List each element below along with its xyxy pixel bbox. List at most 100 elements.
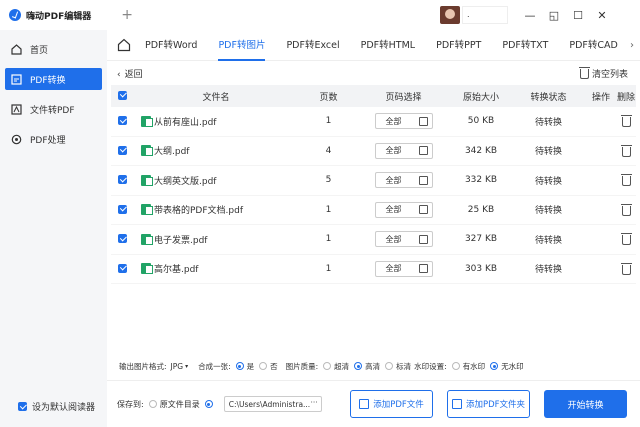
row-checkbox[interactable] — [118, 204, 127, 214]
trash-icon[interactable] — [620, 203, 632, 216]
file-table: 从前有座山.pdf 1 全部 50 KB 待转换 大纲.pdf 4 全部 342… — [107, 107, 640, 284]
file-name: 带表格的PDF文档.pdf — [154, 206, 243, 217]
table-row: 大纲英文版.pdf 5 全部 332 KB 待转换 — [111, 166, 636, 196]
trash-icon[interactable] — [620, 115, 632, 128]
file-size: 327 KB — [464, 234, 498, 245]
save-custom-radio[interactable] — [204, 400, 213, 408]
format-select[interactable]: JPG — [171, 362, 184, 371]
tab-pdf-to-ppt[interactable]: PDF转PPT — [436, 30, 481, 61]
sidebar: 首页 PDF转换 文件转PDF PDF处理 设为默认阅读器 — [0, 30, 107, 427]
row-checkbox[interactable] — [118, 145, 127, 155]
merge-no-radio[interactable] — [259, 362, 268, 370]
edit-icon — [418, 264, 428, 274]
header-del: 删除 — [616, 92, 635, 103]
page-count: 1 — [325, 263, 332, 274]
maximize-button[interactable]: ☐ — [571, 8, 585, 22]
save-original-radio[interactable] — [148, 400, 157, 408]
file-name: 高尔基.pdf — [154, 265, 199, 276]
page-range-select[interactable]: 全部 — [374, 142, 433, 159]
toolbar: ‹ 返回 清空列表 — [107, 61, 640, 85]
status-text: 待转换 — [534, 235, 562, 246]
edit-icon — [418, 205, 428, 215]
start-convert-button[interactable]: 开始转换 — [544, 390, 627, 418]
table-row: 电子发票.pdf 1 全部 327 KB 待转换 — [111, 225, 636, 255]
tab-pdf-to-image[interactable]: PDF转图片 — [218, 30, 266, 61]
convert-icon — [11, 73, 22, 85]
page-count: 1 — [325, 204, 332, 215]
file-size: 50 KB — [467, 116, 495, 127]
file-icon — [141, 204, 153, 216]
file-name: 大纲英文版.pdf — [154, 176, 217, 187]
edit-icon — [418, 175, 428, 185]
quality-std-radio[interactable] — [385, 362, 394, 370]
row-checkbox[interactable] — [118, 263, 127, 273]
page-range-select[interactable]: 全部 — [374, 172, 433, 189]
tab-pdf-to-html[interactable]: PDF转HTML — [361, 30, 415, 61]
edit-icon — [418, 234, 428, 244]
page-count: 1 — [325, 116, 332, 127]
tab-pdf-to-txt[interactable]: PDF转TXT — [502, 30, 548, 61]
folder-icon — [451, 399, 462, 409]
file-icon — [141, 174, 153, 186]
home-tab-icon[interactable] — [117, 38, 131, 52]
row-checkbox[interactable] — [118, 175, 127, 184]
file-name: 从前有座山.pdf — [154, 117, 217, 128]
file-name: 电子发票.pdf — [154, 235, 208, 246]
header-op: 操作 — [591, 92, 610, 103]
page-count: 4 — [325, 145, 332, 156]
trash-icon[interactable] — [620, 233, 632, 246]
home-icon — [11, 43, 22, 55]
add-pdf-folder-button[interactable]: 添加PDF文件夹 — [447, 390, 530, 418]
file-icon — [141, 263, 153, 275]
process-icon — [11, 134, 22, 145]
table-row: 高尔基.pdf 1 全部 303 KB 待转换 — [111, 255, 636, 284]
output-options: 输出图片格式: JPG ▾ 合成一张: 是 否 图片质量: 超清 高清 标清 水… — [119, 361, 524, 371]
file-icon — [141, 233, 153, 245]
file-size: 342 KB — [464, 145, 498, 156]
minimize-button[interactable]: — — [523, 8, 537, 22]
default-reader-option[interactable]: 设为默认阅读器 — [18, 400, 95, 413]
trash-icon[interactable] — [620, 262, 632, 275]
bottom-bar: 保存到: 原文件目录 C:\Users\Administra... ··· 添加… — [107, 380, 640, 427]
edit-icon — [418, 146, 428, 156]
quality-high-radio[interactable] — [354, 362, 363, 370]
new-tab-button[interactable]: + — [121, 7, 133, 23]
tab-pdf-to-excel[interactable]: PDF转Excel — [286, 30, 339, 61]
back-button[interactable]: ‹ 返回 — [117, 67, 143, 80]
pin-button[interactable]: ◱ — [547, 8, 561, 22]
browse-button[interactable]: ··· — [311, 398, 318, 407]
avatar[interactable] — [440, 6, 460, 24]
add-file-icon — [359, 399, 370, 409]
main-panel: PDF转Word PDF转图片 PDF转Excel PDF转HTML PDF转P… — [107, 30, 640, 427]
sidebar-item-pdf-convert[interactable]: PDF转换 — [5, 68, 102, 90]
file-name: 大纲.pdf — [154, 147, 190, 158]
row-checkbox[interactable] — [118, 234, 127, 243]
tab-pdf-to-word[interactable]: PDF转Word — [145, 30, 197, 61]
save-path-field[interactable]: C:\Users\Administra... ··· — [223, 396, 322, 412]
select-all-checkbox[interactable] — [118, 90, 127, 100]
tab-pdf-to-cad[interactable]: PDF转CAD — [569, 30, 617, 61]
trash-icon[interactable] — [620, 144, 632, 157]
file-icon — [141, 115, 153, 127]
clear-list-button[interactable]: 清空列表 — [578, 66, 628, 80]
watermark-yes-radio[interactable] — [451, 362, 460, 370]
add-pdf-file-button[interactable]: 添加PDF文件 — [350, 390, 433, 418]
row-checkbox[interactable] — [118, 116, 127, 125]
table-row: 大纲.pdf 4 全部 342 KB 待转换 — [111, 137, 636, 166]
page-range-select[interactable]: 全部 — [374, 113, 433, 130]
sidebar-item-home[interactable]: 首页 — [5, 38, 102, 60]
close-button[interactable]: ✕ — [595, 8, 609, 22]
merge-yes-radio[interactable] — [235, 362, 244, 370]
watermark-no-radio[interactable] — [490, 362, 499, 370]
trash-icon[interactable] — [620, 174, 632, 187]
sidebar-item-file-to-pdf[interactable]: 文件转PDF — [5, 98, 102, 120]
page-range-select[interactable]: 全部 — [374, 260, 433, 277]
chevron-right-icon[interactable]: › — [630, 40, 634, 51]
quality-ultra-radio[interactable] — [323, 362, 332, 370]
app-logo-icon — [9, 9, 21, 21]
file-icon — [141, 145, 153, 157]
page-range-select[interactable]: 全部 — [374, 231, 433, 248]
default-reader-checkbox[interactable] — [18, 402, 27, 411]
sidebar-item-pdf-process[interactable]: PDF处理 — [5, 128, 102, 150]
page-range-select[interactable]: 全部 — [374, 201, 433, 218]
